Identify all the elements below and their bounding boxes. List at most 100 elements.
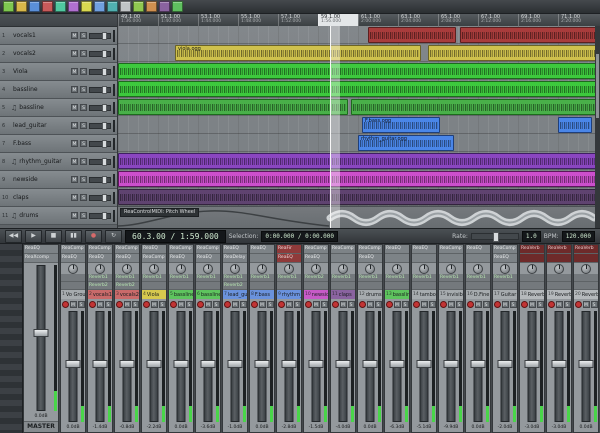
- fx-slot[interactable]: ReaComp: [331, 245, 355, 254]
- fader-cap[interactable]: [201, 360, 216, 368]
- audio-clip[interactable]: [118, 63, 600, 79]
- send-slot[interactable]: [61, 274, 85, 282]
- mixer-strip[interactable]: ReaComp Reverb1 15 invisible M S -9.9dB: [438, 244, 464, 433]
- master-strip[interactable]: ReaEQ ReaXcomp 0.0dB MASTER: [23, 244, 59, 433]
- track-row[interactable]: 9 newside M S: [0, 171, 117, 189]
- track-mute-button[interactable]: M: [71, 122, 78, 129]
- fader-cap[interactable]: [363, 360, 378, 368]
- send-slot[interactable]: Reverb1: [412, 274, 436, 282]
- transport-position-display[interactable]: 60.3.00 / 1:59.000: [125, 230, 226, 243]
- send-slot[interactable]: [520, 282, 544, 290]
- send-slot[interactable]: Reverb1: [88, 274, 112, 282]
- fader-cap[interactable]: [579, 360, 594, 368]
- track-row[interactable]: 6 lead_guitar M S: [0, 117, 117, 135]
- play-button[interactable]: ▶: [25, 230, 42, 243]
- track-mute-button[interactable]: M: [71, 50, 78, 57]
- mixer-strip[interactable]: ReaEQ ReaDelay Reverb1 Reverb2 7 lead_gu…: [222, 244, 248, 433]
- mixer-strip[interactable]: ReaComp ReaEQ 1 Vo Group M S 0.0dB: [60, 244, 86, 433]
- solo-button[interactable]: S: [294, 301, 301, 308]
- send-slot[interactable]: Reverb1: [385, 274, 409, 282]
- record-arm-button[interactable]: [467, 301, 474, 308]
- pan-knob[interactable]: [122, 264, 132, 274]
- mute-button[interactable]: M: [313, 301, 320, 308]
- fx-slot[interactable]: [385, 254, 409, 263]
- plugin-window-title[interactable]: ReaControlMIDI: Pitch Wheel: [120, 208, 199, 217]
- send-slot[interactable]: [466, 282, 490, 290]
- record-arm-button[interactable]: [143, 301, 150, 308]
- rate-value[interactable]: 1.0: [522, 231, 541, 242]
- track-mute-button[interactable]: M: [71, 86, 78, 93]
- fx-slot[interactable]: ReaEQ: [142, 245, 166, 254]
- mute-button[interactable]: M: [178, 301, 185, 308]
- send-slot[interactable]: [439, 282, 463, 290]
- audio-clip[interactable]: rhythm_guitar.ogg: [358, 135, 454, 151]
- volume-fader[interactable]: [252, 311, 272, 422]
- fx-slot[interactable]: [547, 254, 571, 263]
- volume-fader[interactable]: [171, 311, 191, 422]
- fader-cap[interactable]: [34, 329, 49, 337]
- volume-fader[interactable]: [387, 311, 407, 422]
- record-arm-button[interactable]: [440, 301, 447, 308]
- record-arm-button[interactable]: [224, 301, 231, 308]
- track-mute-button[interactable]: M: [71, 176, 78, 183]
- track-volume-slider[interactable]: [89, 87, 111, 93]
- mute-button[interactable]: M: [340, 301, 347, 308]
- send-slot[interactable]: Reverb1: [115, 274, 139, 282]
- pause-button[interactable]: ▮▮: [65, 230, 82, 243]
- mute-button[interactable]: M: [583, 301, 590, 308]
- audio-clip[interactable]: [118, 81, 600, 97]
- send-slot[interactable]: Reverb2: [304, 274, 328, 282]
- fader-cap[interactable]: [147, 360, 162, 368]
- mute-button[interactable]: M: [232, 301, 239, 308]
- fx-slot[interactable]: ReaComp: [61, 245, 85, 254]
- send-slot[interactable]: [574, 282, 598, 290]
- send-slot[interactable]: Reverb1: [358, 274, 382, 282]
- track-mute-button[interactable]: M: [71, 158, 78, 165]
- pan-knob[interactable]: [284, 264, 294, 274]
- fx-slot[interactable]: ReaEQ: [412, 245, 436, 254]
- solo-button[interactable]: S: [132, 301, 139, 308]
- track-volume-slider[interactable]: [89, 159, 111, 165]
- track-mute-button[interactable]: M: [71, 68, 78, 75]
- fader-cap[interactable]: [93, 360, 108, 368]
- record-arm-button[interactable]: [521, 301, 528, 308]
- track-solo-button[interactable]: S: [80, 212, 87, 219]
- mixer-strip[interactable]: ReaEQ ReaComp Reverb1 4 Viola M S -2.2dB: [141, 244, 167, 433]
- metronome-icon[interactable]: [120, 1, 131, 12]
- record-arm-button[interactable]: [170, 301, 177, 308]
- track-volume-slider[interactable]: [89, 213, 111, 219]
- open-project-icon[interactable]: [16, 1, 27, 12]
- pan-knob[interactable]: [527, 264, 537, 274]
- solo-button[interactable]: S: [429, 301, 436, 308]
- send-slot[interactable]: [250, 282, 274, 290]
- record-arm-button[interactable]: [548, 301, 555, 308]
- record-arm-button[interactable]: [305, 301, 312, 308]
- track-volume-slider[interactable]: [89, 177, 111, 183]
- track-solo-button[interactable]: S: [80, 68, 87, 75]
- pan-knob[interactable]: [176, 264, 186, 274]
- pan-knob[interactable]: [311, 264, 321, 274]
- rate-slider[interactable]: [471, 233, 519, 240]
- audio-clip[interactable]: [368, 27, 456, 43]
- solo-button[interactable]: S: [159, 301, 166, 308]
- send-slot[interactable]: Reverb1: [223, 274, 247, 282]
- cut-icon[interactable]: [68, 1, 79, 12]
- fx-slot[interactable]: ReaVerb: [547, 245, 571, 254]
- track-volume-slider[interactable]: [89, 195, 111, 201]
- solo-button[interactable]: S: [321, 301, 328, 308]
- fx-slot[interactable]: ReaComp: [358, 245, 382, 254]
- redo-icon[interactable]: [55, 1, 66, 12]
- volume-fader[interactable]: [549, 311, 569, 422]
- scrollbar-thumb[interactable]: [596, 54, 599, 118]
- mixer-strip[interactable]: ReaEQ Reverb1 14 tambourine M S -5.1dB: [411, 244, 437, 433]
- volume-fader[interactable]: [63, 311, 83, 422]
- fx-slot[interactable]: ReaComp: [115, 245, 139, 254]
- pan-knob[interactable]: [338, 264, 348, 274]
- fx-slot[interactable]: ReaEQ: [115, 254, 139, 263]
- audio-clip[interactable]: [118, 153, 600, 169]
- fader-cap[interactable]: [282, 360, 297, 368]
- pan-knob[interactable]: [365, 264, 375, 274]
- track-row[interactable]: 8 ♫ rhythm_guitar M S: [0, 153, 117, 171]
- record-arm-button[interactable]: [332, 301, 339, 308]
- track-volume-slider[interactable]: [89, 69, 111, 75]
